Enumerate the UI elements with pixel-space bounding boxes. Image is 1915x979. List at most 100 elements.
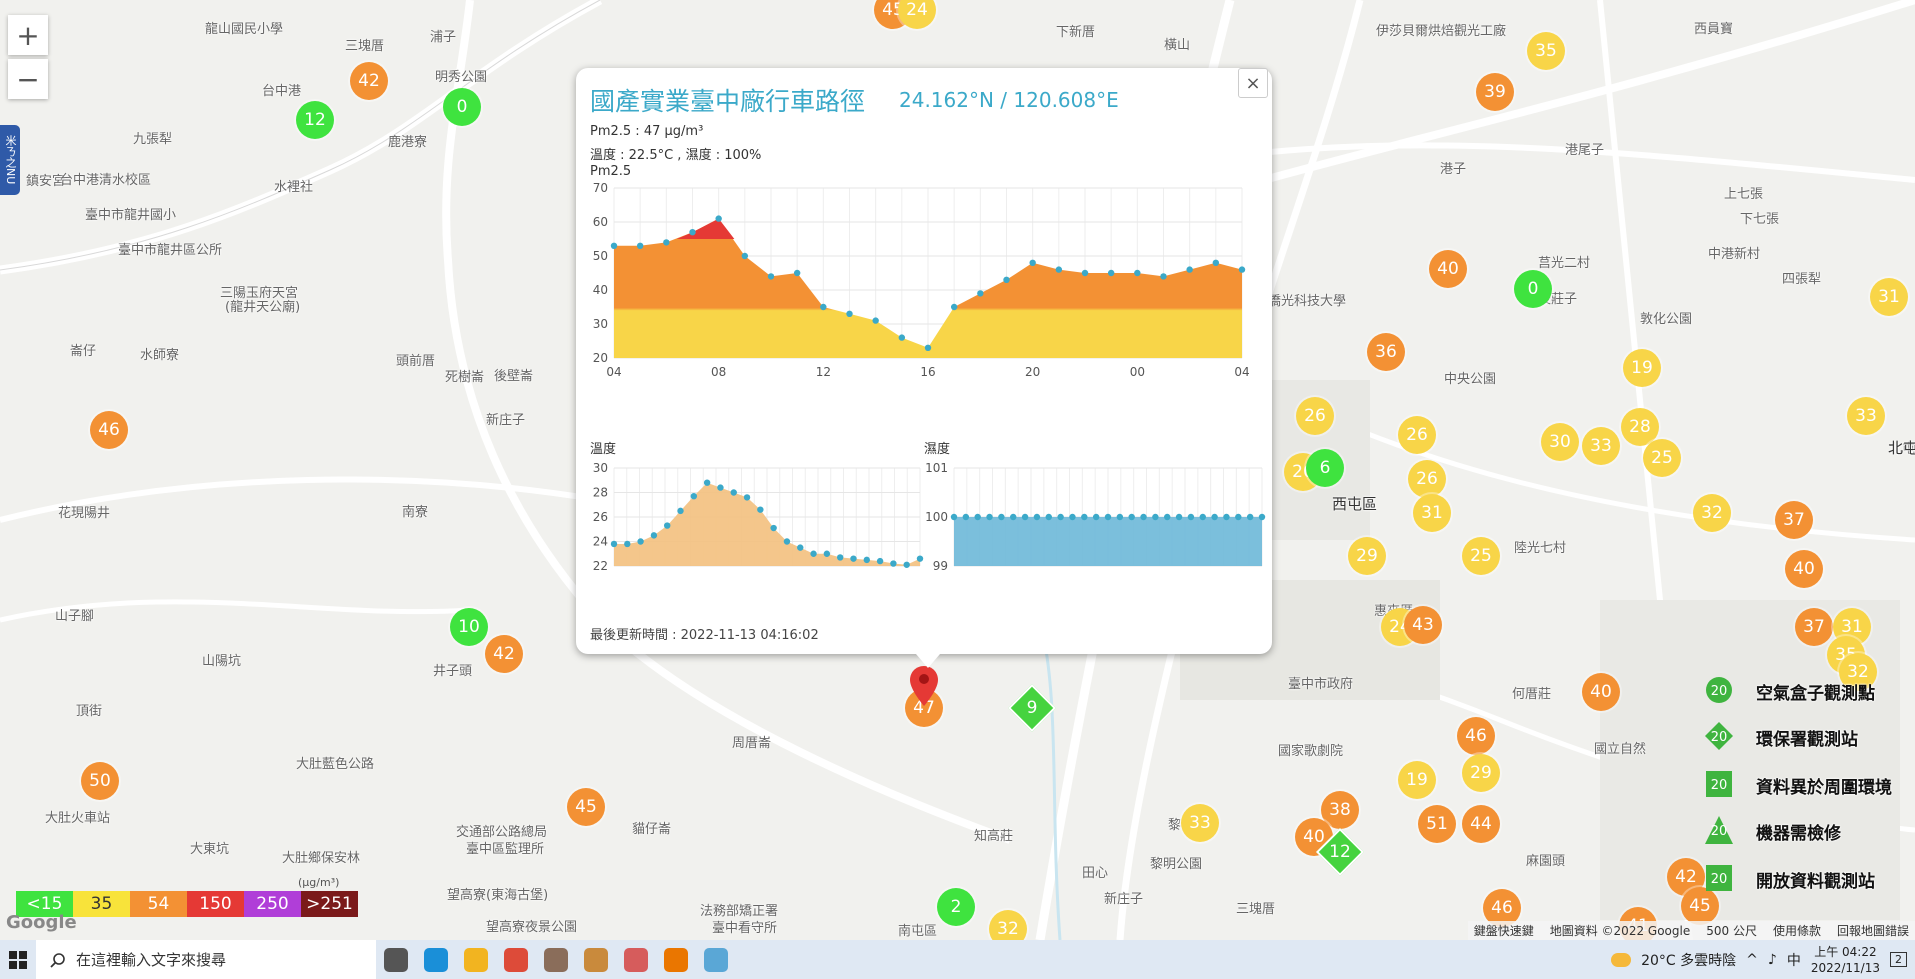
data-point <box>823 550 831 557</box>
airbox-marker[interactable]: 51 <box>1418 805 1456 843</box>
map-place-label: 中港新村 <box>1708 247 1761 262</box>
airbox-marker[interactable]: 29 <box>1462 754 1500 792</box>
keyboard-shortcuts-link[interactable]: 鍵盤快速鍵 <box>1474 922 1534 939</box>
airbox-marker[interactable]: 29 <box>1348 537 1386 575</box>
zoom-in-button[interactable]: + <box>8 15 48 55</box>
weather-icon[interactable] <box>1611 952 1632 967</box>
airbox-marker[interactable]: 19 <box>1623 349 1661 387</box>
data-point <box>1116 513 1124 521</box>
ime-indicator[interactable]: 中 <box>1787 950 1801 970</box>
data-point <box>1235 513 1242 521</box>
airbox-marker[interactable]: 45 <box>567 788 605 826</box>
airbox-marker[interactable]: 50 <box>81 762 119 800</box>
chevron-up-icon[interactable]: ^ <box>1746 952 1758 968</box>
terms-link[interactable]: 使用條款 <box>1773 922 1821 939</box>
y-tick-label: 26 <box>593 510 608 524</box>
airbox-marker[interactable]: 37 <box>1795 608 1833 646</box>
map-view[interactable]: 龍山國民小學 三塊厝 浦子 明秀公園 台中港 鹿港寮 九張犁 水裡社 鎮安宮 台中港清水校區 臺中市… <box>0 0 1915 940</box>
airbox-marker[interactable]: 37 <box>1775 501 1813 539</box>
data-point <box>624 540 631 548</box>
airbox-marker[interactable]: 33 <box>1582 427 1620 465</box>
report-error-link[interactable]: 回報地圖錯誤 <box>1837 922 1909 939</box>
airbox-marker[interactable]: 31 <box>1870 278 1908 316</box>
y-tick-label: 20 <box>593 351 608 365</box>
airbox-marker[interactable]: 32 <box>989 910 1027 940</box>
bird-app-icon[interactable] <box>576 940 616 979</box>
airbox-marker[interactable]: 42 <box>350 62 388 100</box>
data-point <box>1092 513 1100 521</box>
weather-text[interactable]: 20°C 多雲時陰 <box>1641 950 1736 970</box>
airbox-marker[interactable]: 33 <box>1181 804 1219 842</box>
taskbar-search-box[interactable]: 在這裡輸入文字來搜尋 <box>36 940 376 979</box>
close-button[interactable]: × <box>1238 68 1268 98</box>
data-point <box>962 513 970 521</box>
airbox-marker[interactable]: 31 <box>1413 494 1451 532</box>
zoom-out-button[interactable]: − <box>8 59 48 99</box>
station-type-label: 空氣盒子觀測點 <box>1756 684 1875 704</box>
x-tick-label: 04 <box>1234 365 1249 379</box>
edge-icon[interactable] <box>416 940 456 979</box>
airbox-marker[interactable]: 46 <box>1457 717 1495 755</box>
airbox-marker[interactable]: 39 <box>1476 73 1514 111</box>
file-explorer-icon[interactable] <box>456 940 496 979</box>
blender-icon[interactable] <box>656 940 696 979</box>
map-place-label: 臺中市政府 <box>1288 677 1354 692</box>
data-point <box>1107 269 1115 277</box>
airbox-marker[interactable]: 40 <box>1429 250 1467 288</box>
data-point <box>717 484 724 491</box>
data-point <box>1033 513 1041 521</box>
start-button[interactable] <box>0 940 36 979</box>
data-point <box>1029 259 1036 266</box>
svg-text:20: 20 <box>1711 824 1728 839</box>
station-info-popup: 國產實業臺中廠行車路徑 24.162°N / 120.608°E × Pm2.5… <box>576 68 1272 668</box>
airbox-marker[interactable]: 10 <box>450 608 488 646</box>
map-place-label: 四張犁 <box>1782 272 1822 287</box>
map-place-label: 山子腳 <box>55 609 95 624</box>
chrome-icon[interactable] <box>496 940 536 979</box>
compass-app-icon[interactable] <box>536 940 576 979</box>
side-menu-tab[interactable]: 米ㄋ之NU <box>0 125 20 195</box>
data-point <box>1186 266 1193 273</box>
data-point <box>1140 513 1147 521</box>
airbox-marker[interactable]: 6 <box>1306 449 1344 487</box>
data-point <box>876 557 884 565</box>
y-tick-label: 40 <box>593 283 608 297</box>
airbox-marker[interactable]: 26 <box>1408 460 1446 498</box>
cube-app-icon[interactable] <box>696 940 736 979</box>
airbox-marker[interactable]: 35 <box>1527 32 1565 70</box>
task-view-icon[interactable] <box>376 940 416 979</box>
airbox-marker[interactable]: 40 <box>1582 673 1620 711</box>
airbox-marker[interactable]: 0 <box>1514 270 1552 308</box>
svg-text:20: 20 <box>1711 684 1728 699</box>
airbox-marker[interactable]: 2 <box>937 888 975 926</box>
airbox-marker[interactable]: 12 <box>296 101 334 139</box>
selected-location-pin[interactable] <box>910 666 938 706</box>
airbox-marker[interactable]: 26 <box>1296 397 1334 435</box>
map-place-label: 山陽坑 <box>202 654 242 669</box>
airbox-marker[interactable]: 33 <box>1847 397 1885 435</box>
clock-date: 2022/11/13 <box>1810 960 1880 975</box>
paint-app-icon[interactable] <box>616 940 656 979</box>
airbox-marker[interactable]: 25 <box>1643 439 1681 477</box>
diamond-legend-icon: 20 <box>1705 722 1733 750</box>
airbox-marker[interactable]: 36 <box>1367 333 1405 371</box>
clock[interactable]: 上午 04:22 2022/11/13 <box>1811 944 1880 976</box>
airbox-marker[interactable]: 43 <box>1404 606 1442 644</box>
airbox-marker[interactable]: 25 <box>1462 537 1500 575</box>
map-place-label: 大肚鄉保安林 <box>282 851 361 866</box>
airbox-marker[interactable]: 26 <box>1398 416 1436 454</box>
airbox-marker[interactable]: 19 <box>1398 761 1436 799</box>
airbox-marker[interactable]: 42 <box>485 635 523 673</box>
airbox-marker[interactable]: 0 <box>443 88 481 126</box>
notification-icon[interactable]: 2 <box>1890 952 1907 967</box>
airbox-marker[interactable]: 32 <box>1693 494 1731 532</box>
map-place-label: 新庄子 <box>486 413 526 428</box>
airbox-marker[interactable]: 30 <box>1541 423 1579 461</box>
airbox-marker[interactable]: 44 <box>1462 805 1500 843</box>
data-point <box>741 252 749 260</box>
airbox-marker[interactable]: 40 <box>1785 550 1823 588</box>
airbox-marker[interactable]: 46 <box>90 411 128 449</box>
speaker-icon[interactable]: ♪ <box>1768 952 1777 968</box>
clock-time: 上午 04:22 <box>1814 944 1877 959</box>
x-tick-label: 08 <box>711 365 726 379</box>
